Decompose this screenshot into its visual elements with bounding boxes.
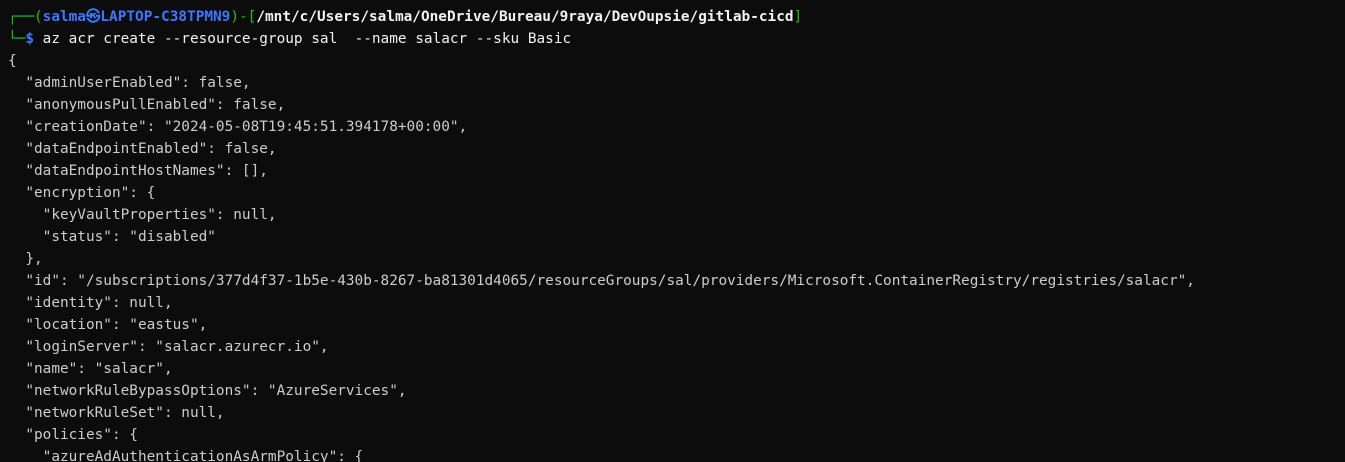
prompt-path: /mnt/c/Users/salma/OneDrive/Bureau/9raya…	[256, 9, 794, 25]
prompt-bracket-close: ]	[793, 9, 803, 25]
output-line: "id": "/subscriptions/377d4f37-1b5e-430b…	[8, 273, 1195, 289]
output-line: "name": "salacr",	[8, 361, 173, 377]
output-line: "policies": {	[8, 427, 138, 443]
output-line: "adminUserEnabled": false,	[8, 75, 251, 91]
prompt-dollar: $	[25, 31, 34, 47]
prompt-line-top: ┌──(salma㉿LAPTOP-C38TPMN9)-[/mnt/c/Users…	[8, 6, 1345, 28]
output-line: "creationDate": "2024-05-08T19:45:51.394…	[8, 119, 468, 135]
output-line: "networkRuleSet": null,	[8, 405, 225, 421]
terminal-window[interactable]: ┌──(salma㉿LAPTOP-C38TPMN9)-[/mnt/c/Users…	[0, 0, 1345, 462]
prompt-line-command: └─$ az acr create --resource-group sal -…	[8, 28, 1345, 50]
output-line: "dataEndpointEnabled": false,	[8, 141, 277, 157]
output-line: "anonymousPullEnabled": false,	[8, 97, 286, 113]
prompt-frame-top: ┌──(	[8, 9, 43, 25]
output-line: "networkRuleBypassOptions": "AzureServic…	[8, 383, 407, 399]
output-line: "dataEndpointHostNames": [],	[8, 163, 268, 179]
output-line: "azureAdAuthenticationAsArmPolicy": {	[8, 449, 364, 462]
output-line: "location": "eastus",	[8, 317, 208, 333]
output-line: "encryption": {	[8, 185, 156, 201]
prompt-frame-bottom: └─	[8, 31, 26, 47]
output-line: {	[8, 53, 17, 69]
prompt-at-symbol: ㉿	[85, 9, 101, 25]
command-text: az acr create --resource-group sal --nam…	[34, 31, 572, 47]
prompt-user: salma	[42, 9, 86, 25]
output-line: "keyVaultProperties": null,	[8, 207, 277, 223]
output-line: },	[8, 251, 43, 267]
prompt-separator: )-[	[230, 9, 257, 25]
output-line: "loginServer": "salacr.azurecr.io",	[8, 339, 329, 355]
prompt-host: LAPTOP-C38TPMN9	[100, 9, 231, 25]
output-line: "identity": null,	[8, 295, 173, 311]
output-line: "status": "disabled"	[8, 229, 216, 245]
